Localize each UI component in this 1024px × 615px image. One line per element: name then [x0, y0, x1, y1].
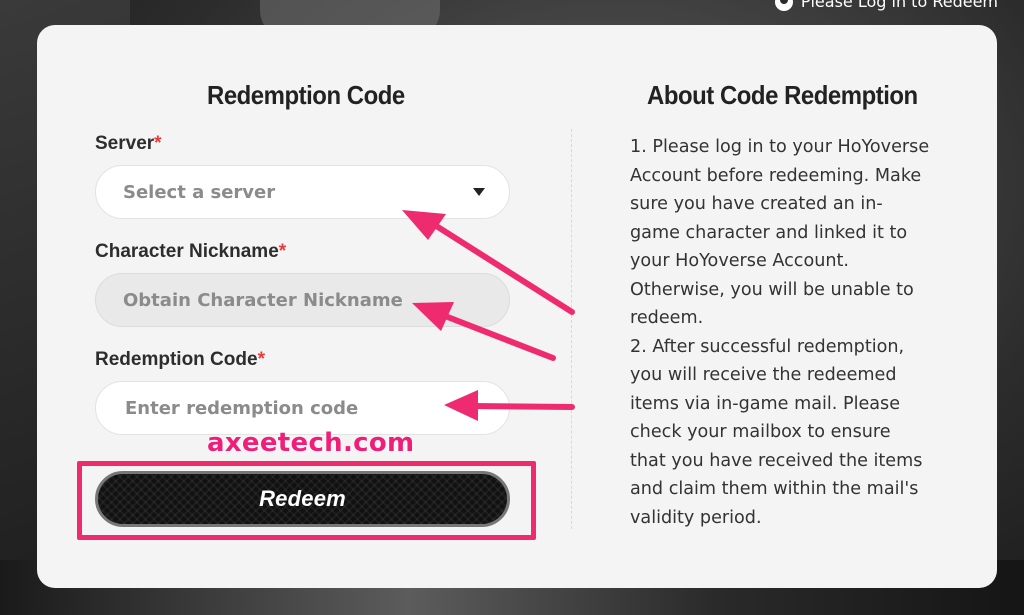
redeem-button-label: Redeem — [259, 486, 346, 511]
server-label-text: Server — [95, 133, 155, 154]
required-mark: * — [257, 349, 265, 370]
user-icon — [774, 0, 793, 11]
redemption-panel: Redemption Code About Code Redemption Se… — [37, 25, 997, 588]
code-label: Redemption Code* — [95, 349, 265, 371]
login-link[interactable]: Please Log in to Redeem — [774, 0, 998, 11]
nickname-label-text: Character Nickname — [95, 241, 279, 262]
login-text: Please Log in to Redeem — [800, 0, 998, 11]
watermark: axeetech.com — [207, 428, 415, 458]
code-input-wrapper — [95, 381, 510, 435]
server-label: Server* — [95, 133, 162, 155]
form-title: Redemption Code — [207, 80, 405, 110]
nickname-placeholder: Obtain Character Nickname — [123, 289, 403, 311]
server-select[interactable]: Select a server — [95, 165, 510, 219]
nickname-field[interactable]: Obtain Character Nickname — [95, 273, 510, 327]
caret-down-icon — [473, 188, 485, 196]
code-label-text: Redemption Code — [95, 349, 258, 370]
required-mark: * — [278, 241, 287, 262]
redemption-code-input[interactable] — [123, 396, 509, 420]
redeem-button[interactable]: Redeem — [95, 471, 510, 527]
server-placeholder: Select a server — [123, 181, 276, 203]
about-title: About Code Redemption — [647, 80, 918, 110]
about-text: 1. Please log in to your HoYoverse Accou… — [630, 137, 930, 528]
required-mark: * — [154, 133, 162, 154]
nickname-label: Character Nickname* — [95, 241, 286, 263]
column-divider — [571, 129, 572, 529]
